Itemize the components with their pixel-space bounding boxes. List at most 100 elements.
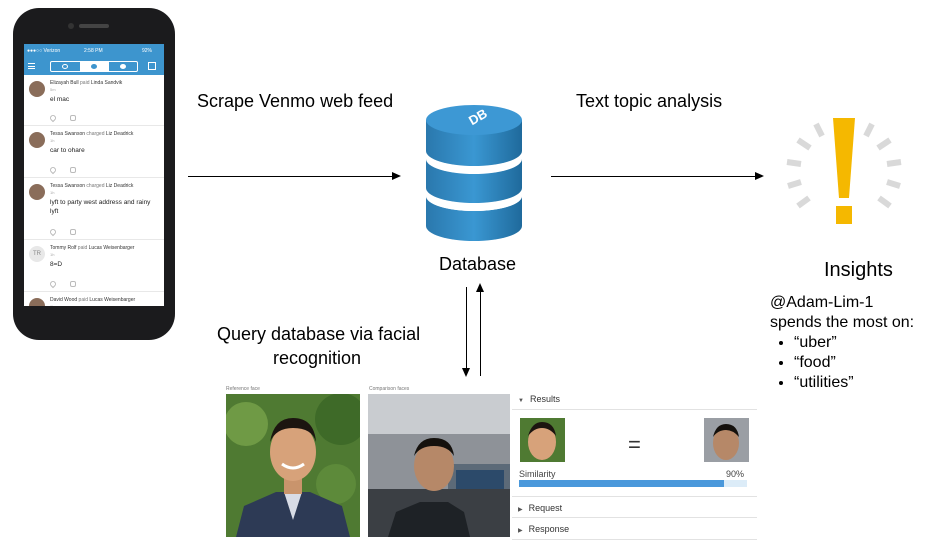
globe-icon	[62, 64, 68, 69]
feed-item-header: Elizayah Bull paid Linda Sandvik	[50, 80, 122, 86]
database-cylinder-icon: DB	[426, 105, 522, 241]
request-label: Request	[528, 503, 563, 513]
feed-item[interactable]: Elizayah Bull paid Linda Sandvik 5m el m…	[24, 75, 164, 126]
comparison-face-photo	[368, 394, 510, 537]
phone-mockup: ●●●○○ Verizon 2:58 PM 92% Elizayah Bull …	[13, 8, 175, 340]
tab-friends-feed[interactable]	[80, 62, 109, 71]
caret-down-icon: ▼	[518, 398, 524, 404]
feed-payee: Lucas Weisenbarger	[88, 245, 135, 251]
up-arrow-line	[480, 290, 481, 376]
similarity-label: Similarity	[519, 469, 556, 479]
comment-icon[interactable]	[70, 281, 76, 287]
reference-thumb-image	[520, 418, 565, 462]
feed-message: el mac	[50, 96, 70, 103]
tab-personal-feed[interactable]	[109, 62, 138, 71]
comparison-face-image	[368, 394, 510, 537]
response-row[interactable]: ▶ Response	[512, 518, 757, 540]
scrape-arrowhead	[392, 172, 401, 180]
feed-payer: David Wood	[50, 297, 78, 303]
feed-item[interactable]: Tessa Swanson charged Liz Deadrick 1h ly…	[24, 178, 164, 240]
feed-item-header: Tessa Swanson charged Liz Deadrick	[50, 131, 133, 137]
insights-item: “food”	[794, 353, 914, 373]
feed-item[interactable]: Tessa Swanson charged Liz Deadrick 1h ca…	[24, 126, 164, 178]
feed-payer: Tessa Swanson	[50, 131, 86, 137]
feed-actions	[48, 165, 90, 175]
feed-item[interactable]: TR Tommy Rolf paid Lucas Weisenbarger 1h…	[24, 240, 164, 292]
phone-camera	[68, 23, 74, 29]
like-icon[interactable]	[48, 279, 58, 289]
feed-time: 1h	[50, 252, 55, 257]
similarity-bar	[519, 480, 747, 487]
results-panel: ▼Results = Similarity 90% ▶Request ▶R	[512, 388, 759, 542]
feed-payer: Elizayah Bull	[50, 80, 79, 86]
feed-item-header: Tessa Swanson charged Liz Deadrick	[50, 183, 133, 189]
feed-payer: Tommy Rolf	[50, 245, 77, 251]
feed-message: 8=D	[50, 261, 63, 268]
like-icon[interactable]	[48, 113, 58, 123]
insights-text: @Adam-Lim-1 spends the most on: “uber” “…	[770, 293, 914, 393]
equals-sign: =	[628, 432, 641, 457]
similarity-value: 90%	[726, 469, 745, 479]
reference-face-caption: Reference face	[226, 386, 260, 392]
comment-icon[interactable]	[70, 167, 76, 173]
feed-time: 1h	[50, 190, 55, 195]
like-icon[interactable]	[48, 165, 58, 175]
tab-global-feed[interactable]	[51, 62, 80, 71]
menu-icon[interactable]	[28, 63, 35, 69]
status-time: 2:58 PM	[84, 48, 103, 54]
feed-payee: Linda Sandvik	[90, 80, 123, 86]
comment-icon[interactable]	[70, 229, 76, 235]
comparison-face-thumbnail	[704, 418, 749, 462]
feed-item[interactable]: David Wood paid Lucas Weisenbarger 1h	[24, 292, 164, 306]
friends-icon	[91, 64, 97, 69]
avatar	[29, 184, 45, 200]
up-arrowhead	[476, 283, 484, 292]
avatar	[29, 132, 45, 148]
query-label-line1: Query database via facial	[217, 324, 421, 344]
reference-face-thumbnail	[520, 418, 565, 462]
feed-action: charged	[86, 183, 105, 189]
like-icon[interactable]	[48, 227, 58, 237]
insights-title: Insights	[824, 259, 893, 281]
scrape-label: Scrape Venmo web feed	[197, 91, 394, 111]
status-battery: 92%	[142, 48, 153, 54]
reference-face-photo	[226, 394, 360, 537]
down-arrowhead	[462, 368, 470, 377]
insights-item: “utilities”	[794, 373, 914, 393]
feed-actions	[48, 279, 90, 289]
avatar	[29, 81, 45, 97]
feed-item-header: Tommy Rolf paid Lucas Weisenbarger	[50, 245, 134, 251]
venmo-nav-bar	[24, 58, 164, 75]
results-label: Results	[529, 394, 560, 404]
response-label: Response	[528, 524, 570, 534]
avatar	[29, 298, 45, 306]
feed-message: car to ohare	[50, 147, 85, 154]
caret-right-icon: ▶	[518, 507, 523, 513]
phone-earpiece	[79, 24, 109, 28]
comment-icon[interactable]	[70, 115, 76, 121]
comparison-faces-caption: Comparison faces	[369, 386, 410, 392]
query-label-line2: recognition	[273, 348, 362, 368]
topic-arrowhead	[755, 172, 764, 180]
topic-arrow-line	[551, 176, 756, 177]
results-header[interactable]: ▼ Results	[512, 388, 757, 410]
feed-payee: Liz Deadrick	[105, 183, 134, 189]
similarity-bar-fill	[519, 480, 724, 487]
database-label: Database	[439, 254, 517, 274]
request-row[interactable]: ▶ Request	[512, 496, 757, 518]
feed-item-header: David Wood paid Lucas Weisenbarger	[50, 297, 135, 303]
insights-summary: spends the most on:	[770, 314, 915, 331]
feed-action: paid	[78, 297, 88, 303]
feed-filter-segments	[50, 61, 138, 72]
feed-action: charged	[86, 131, 105, 137]
feed-action: paid	[80, 80, 90, 86]
insights-item: “uber”	[794, 333, 914, 353]
down-arrow-line	[466, 287, 467, 369]
feed-payer: Tessa Swanson	[50, 183, 86, 189]
pay-compose-icon[interactable]	[148, 62, 156, 70]
feed-actions	[48, 113, 90, 123]
exclamation-burst-icon	[786, 118, 902, 224]
scrape-arrow-line	[188, 176, 393, 177]
face-recognition-panel: Reference face Comparison faces ▼ Result…	[222, 380, 762, 542]
feed-actions	[48, 227, 90, 237]
